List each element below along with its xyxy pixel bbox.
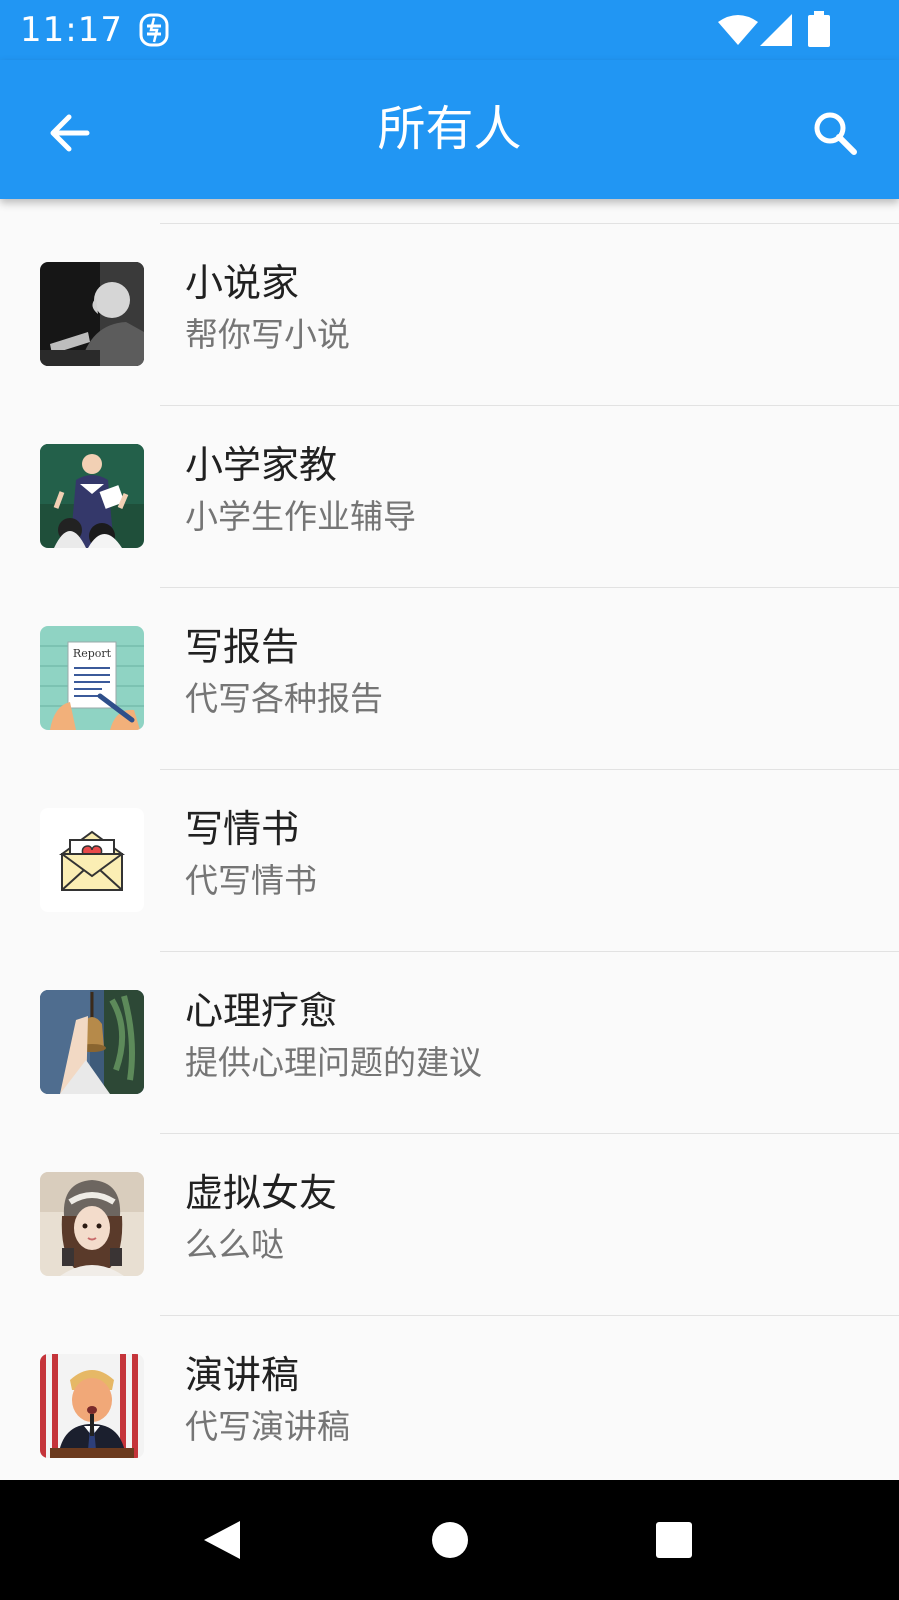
report-avatar: Report xyxy=(40,626,144,730)
status-bar: 11:17 xyxy=(0,0,899,60)
item-subtitle: 么么哒 xyxy=(185,1225,284,1264)
item-subtitle: 提供心理问题的建议 xyxy=(185,1043,482,1082)
speech-avatar xyxy=(40,1354,144,1458)
battery-icon xyxy=(808,11,830,47)
app-bar: 所有人 xyxy=(0,60,899,199)
item-title: 小学家教 xyxy=(185,443,338,487)
nav-recents-button[interactable] xyxy=(634,1500,714,1580)
item-subtitle: 小学生作业辅导 xyxy=(185,497,416,536)
list-item[interactable]: 演讲稿 代写演讲稿 xyxy=(0,1315,899,1497)
list-item[interactable]: 小学家教 小学生作业辅导 xyxy=(0,405,899,587)
app-notification-icon xyxy=(139,13,169,47)
signal-icon xyxy=(760,14,792,46)
therapy-avatar xyxy=(40,990,144,1094)
back-triangle-icon xyxy=(204,1521,240,1559)
list-item[interactable]: Report 写报告 代写各种报告 xyxy=(0,587,899,769)
list-item[interactable]: 虚拟女友 么么哒 xyxy=(0,1133,899,1315)
list-item[interactable]: 写情书 代写情书 xyxy=(0,769,899,951)
item-title: 写报告 xyxy=(185,625,300,669)
item-title: 虚拟女友 xyxy=(185,1171,338,1215)
love-letter-avatar xyxy=(40,808,144,912)
recents-square-icon xyxy=(656,1522,692,1558)
girlfriend-avatar xyxy=(40,1172,144,1276)
home-circle-icon xyxy=(432,1522,468,1558)
search-icon xyxy=(814,112,857,155)
back-button[interactable] xyxy=(36,100,102,166)
search-button[interactable] xyxy=(802,100,868,166)
item-title: 小说家 xyxy=(185,261,300,305)
navigation-bar xyxy=(0,1480,899,1600)
nav-back-button[interactable] xyxy=(182,1500,262,1580)
list-item[interactable]: 小说家 帮你写小说 xyxy=(0,223,899,405)
item-title: 演讲稿 xyxy=(185,1353,300,1397)
item-subtitle: 代写各种报告 xyxy=(185,679,383,718)
novelist-avatar xyxy=(40,262,144,366)
svg-text:Report: Report xyxy=(73,647,112,660)
wifi-icon xyxy=(718,15,758,45)
item-subtitle: 代写演讲稿 xyxy=(185,1407,350,1446)
item-title: 写情书 xyxy=(185,807,300,851)
item-subtitle: 代写情书 xyxy=(185,861,317,900)
item-title: 心理疗愈 xyxy=(185,989,338,1033)
list-item[interactable]: 心理疗愈 提供心理问题的建议 xyxy=(0,951,899,1133)
status-time: 11:17 xyxy=(20,10,123,50)
nav-home-button[interactable] xyxy=(410,1500,490,1580)
tutor-avatar xyxy=(40,444,144,548)
page-title: 所有人 xyxy=(377,101,522,157)
arrow-back-icon xyxy=(50,114,90,152)
item-subtitle: 帮你写小说 xyxy=(185,315,350,354)
